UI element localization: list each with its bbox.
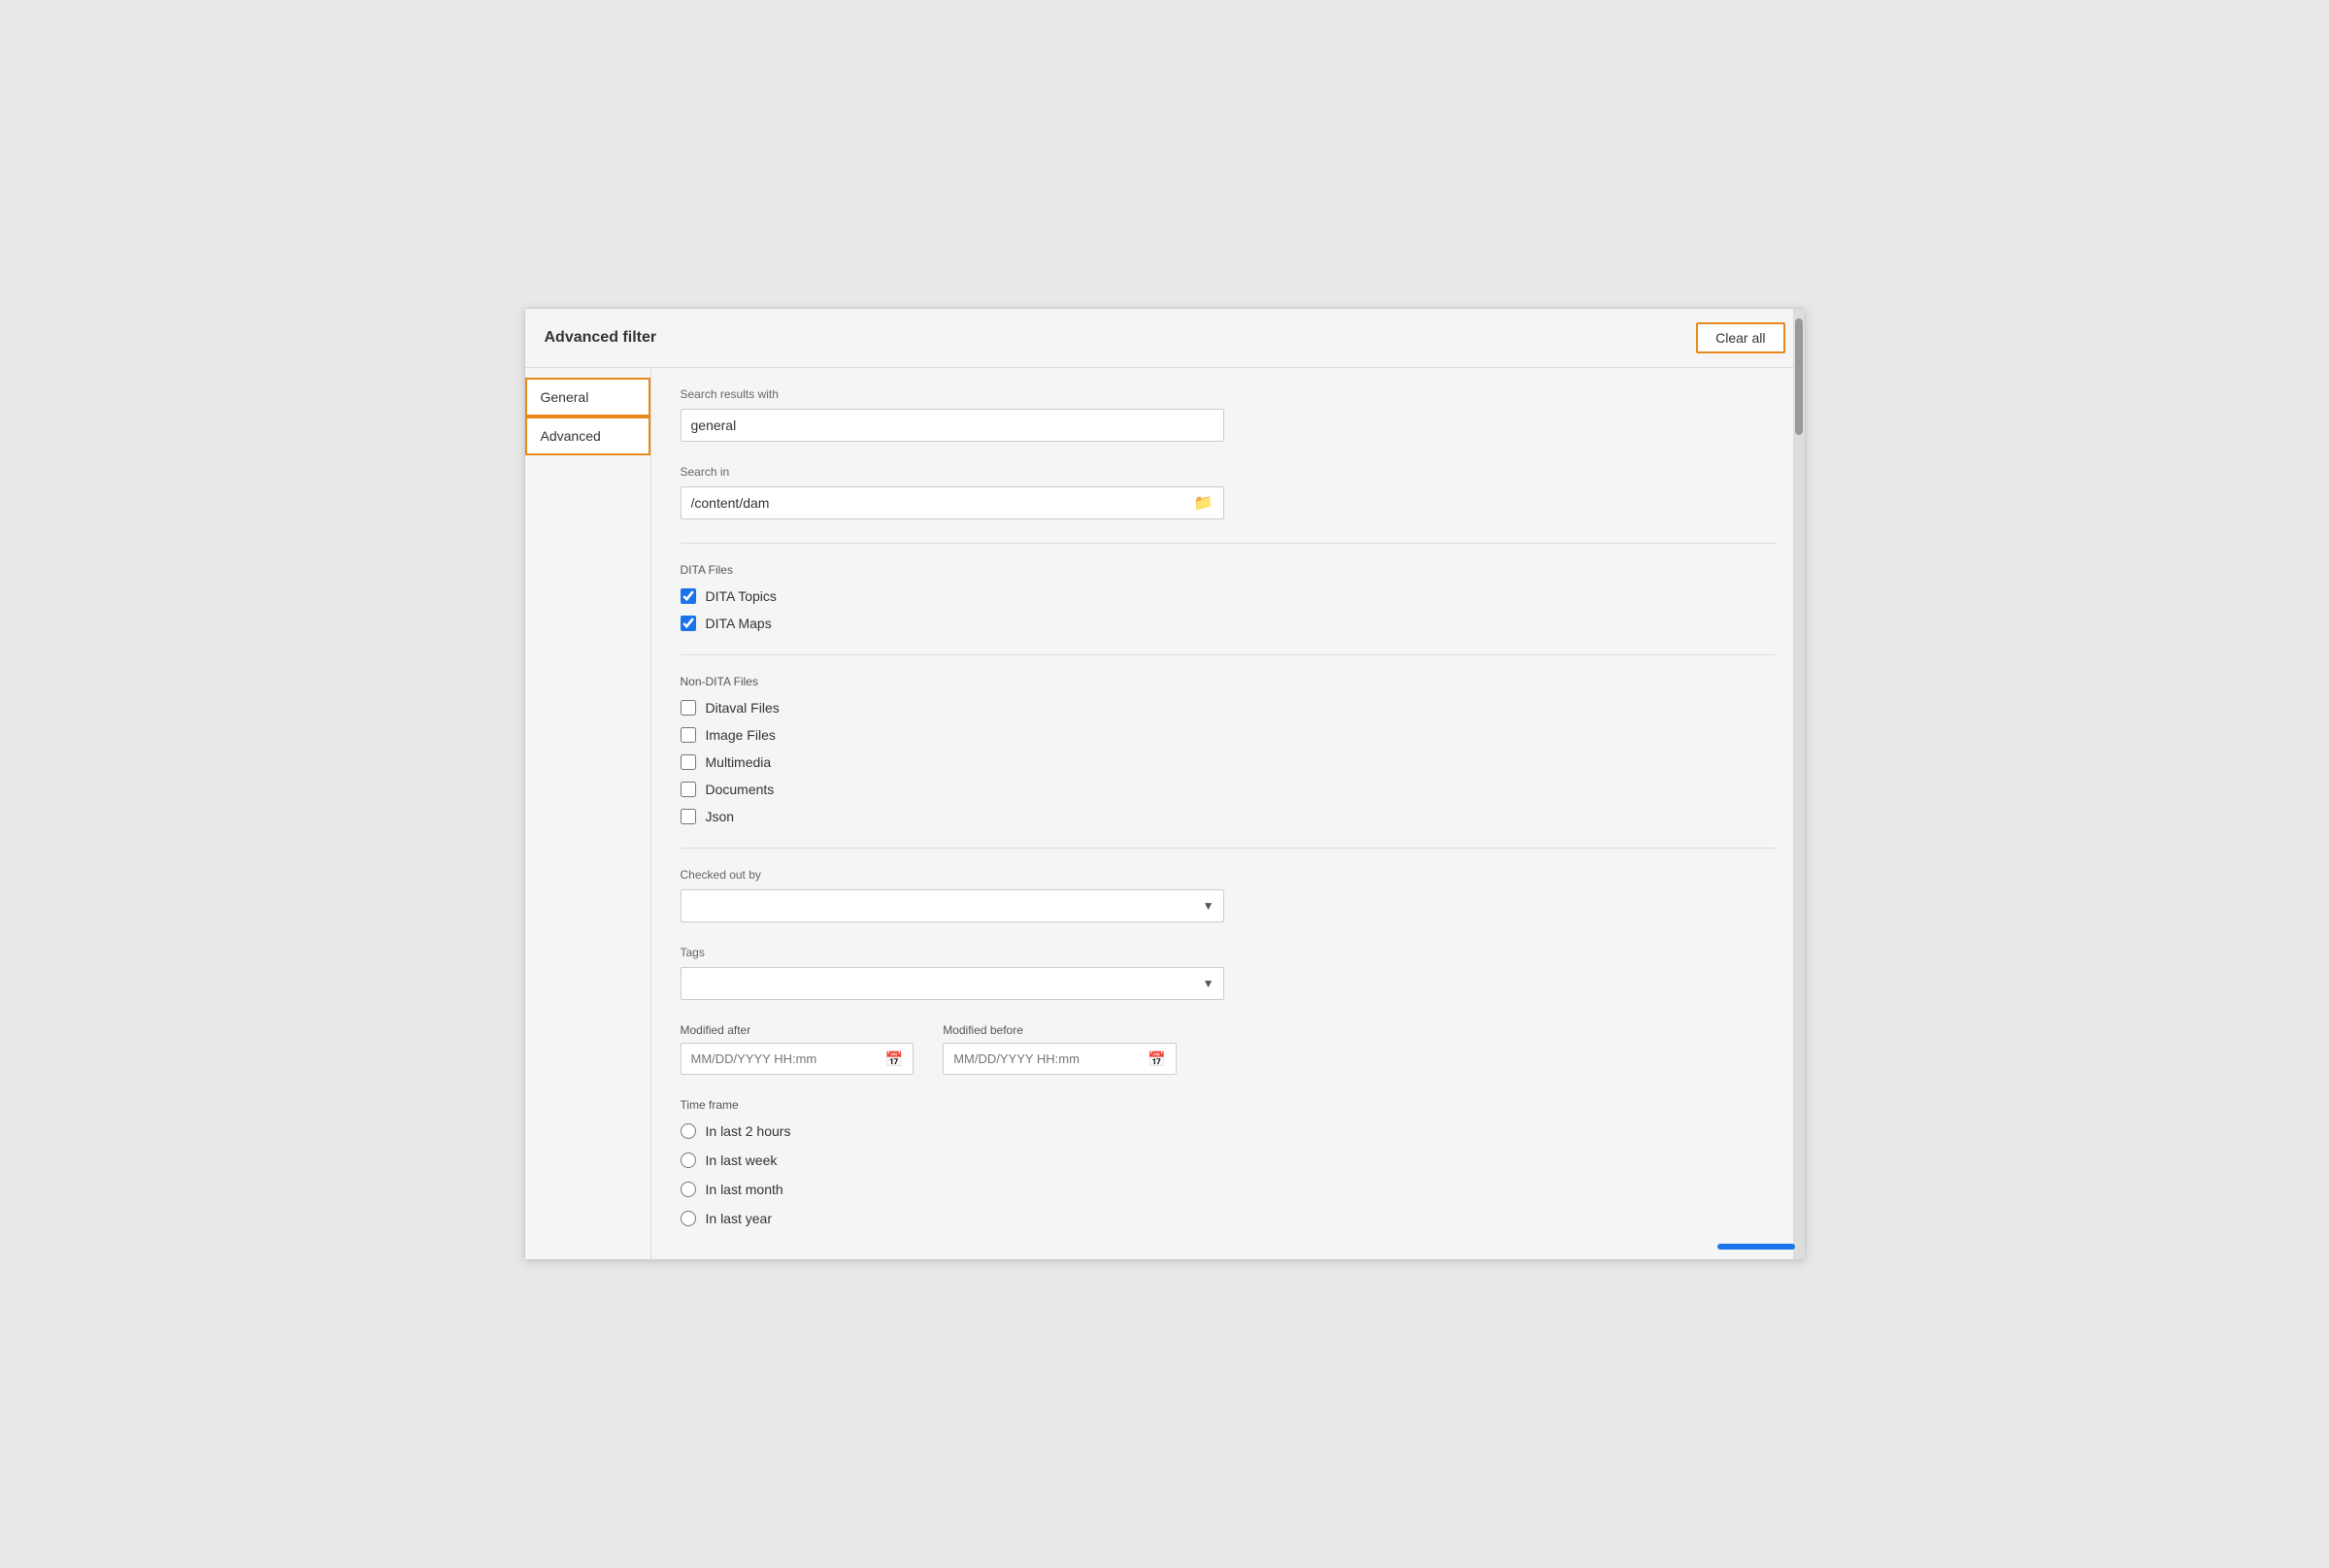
radio-last-week[interactable]: In last week bbox=[681, 1152, 1776, 1168]
checkbox-json-input[interactable] bbox=[681, 809, 696, 824]
checked-out-by-label: Checked out by bbox=[681, 868, 1776, 882]
dita-files-section: DITA Files DITA Topics DITA Maps bbox=[681, 563, 1776, 631]
search-results-input[interactable] bbox=[681, 409, 1224, 442]
checkbox-image[interactable]: Image Files bbox=[681, 727, 1776, 743]
main-content: Search results with Search in 📁 DITA Fil… bbox=[651, 368, 1805, 1259]
checkbox-dita-topics-input[interactable] bbox=[681, 588, 696, 604]
timeframe-label: Time frame bbox=[681, 1098, 1776, 1112]
checkbox-ditaval-input[interactable] bbox=[681, 700, 696, 716]
scrollbar-track[interactable] bbox=[1793, 309, 1805, 1259]
modified-after-group: Modified after 📅 bbox=[681, 1023, 915, 1075]
radio-last-2-hours[interactable]: In last 2 hours bbox=[681, 1123, 1776, 1139]
checked-out-by-section: Checked out by ▼ bbox=[681, 868, 1776, 922]
search-results-section: Search results with bbox=[681, 387, 1776, 442]
checkbox-dita-topics-label: DITA Topics bbox=[706, 588, 777, 604]
sidebar-item-general[interactable]: General bbox=[525, 378, 650, 417]
checkbox-ditaval[interactable]: Ditaval Files bbox=[681, 700, 1776, 716]
checkbox-documents-input[interactable] bbox=[681, 782, 696, 797]
radio-last-week-input[interactable] bbox=[681, 1152, 696, 1168]
divider-1 bbox=[681, 543, 1776, 544]
checkbox-json[interactable]: Json bbox=[681, 809, 1776, 824]
calendar-icon-after[interactable]: 📅 bbox=[876, 1045, 914, 1074]
timeframe-section: Time frame In last 2 hours In last week … bbox=[681, 1098, 1776, 1226]
modified-after-input[interactable] bbox=[682, 1044, 876, 1074]
modified-before-group: Modified before 📅 bbox=[943, 1023, 1177, 1075]
divider-3 bbox=[681, 848, 1776, 849]
non-dita-files-label: Non-DITA Files bbox=[681, 675, 1776, 688]
checkbox-documents-label: Documents bbox=[706, 782, 775, 797]
checked-out-by-select[interactable] bbox=[681, 889, 1224, 922]
modified-after-wrapper: 📅 bbox=[681, 1043, 915, 1075]
search-in-path-wrapper: 📁 bbox=[681, 486, 1224, 519]
checkbox-dita-topics[interactable]: DITA Topics bbox=[681, 588, 1776, 604]
folder-icon[interactable]: 📁 bbox=[1184, 487, 1223, 518]
radio-last-month-input[interactable] bbox=[681, 1182, 696, 1197]
search-in-section: Search in 📁 bbox=[681, 465, 1776, 519]
non-dita-files-section: Non-DITA Files Ditaval Files Image Files… bbox=[681, 675, 1776, 824]
dita-files-label: DITA Files bbox=[681, 563, 1776, 577]
modified-before-wrapper: 📅 bbox=[943, 1043, 1177, 1075]
checkbox-multimedia-label: Multimedia bbox=[706, 754, 772, 770]
sidebar-item-advanced[interactable]: Advanced bbox=[525, 417, 650, 455]
radio-last-year-input[interactable] bbox=[681, 1211, 696, 1226]
divider-2 bbox=[681, 654, 1776, 655]
tags-wrapper: ▼ bbox=[681, 967, 1224, 1000]
radio-last-2-hours-label: In last 2 hours bbox=[706, 1123, 791, 1139]
checkbox-image-input[interactable] bbox=[681, 727, 696, 743]
tags-select[interactable] bbox=[681, 967, 1224, 1000]
calendar-icon-before[interactable]: 📅 bbox=[1138, 1045, 1176, 1074]
radio-last-week-label: In last week bbox=[706, 1152, 778, 1168]
checked-out-by-wrapper: ▼ bbox=[681, 889, 1224, 922]
search-in-input[interactable] bbox=[682, 487, 1184, 518]
tags-section: Tags ▼ bbox=[681, 946, 1776, 1000]
date-row: Modified after 📅 Modified before 📅 bbox=[681, 1023, 1776, 1075]
scrollbar-thumb[interactable] bbox=[1795, 318, 1803, 435]
checkbox-dita-maps-label: DITA Maps bbox=[706, 616, 772, 631]
checkbox-dita-maps[interactable]: DITA Maps bbox=[681, 616, 1776, 631]
checkbox-multimedia-input[interactable] bbox=[681, 754, 696, 770]
checkbox-documents[interactable]: Documents bbox=[681, 782, 1776, 797]
bottom-progress-bar bbox=[1717, 1244, 1795, 1250]
search-results-label: Search results with bbox=[681, 387, 1776, 401]
tags-label: Tags bbox=[681, 946, 1776, 959]
modified-before-input[interactable] bbox=[944, 1044, 1138, 1074]
checkbox-dita-maps-input[interactable] bbox=[681, 616, 696, 631]
search-in-label: Search in bbox=[681, 465, 1776, 479]
sidebar: General Advanced bbox=[525, 368, 651, 1259]
dialog-title: Advanced filter bbox=[545, 329, 657, 347]
modified-after-label: Modified after bbox=[681, 1023, 915, 1037]
clear-all-button[interactable]: Clear all bbox=[1696, 322, 1784, 353]
checkbox-multimedia[interactable]: Multimedia bbox=[681, 754, 1776, 770]
advanced-filter-dialog: Advanced filter Clear all General Advanc… bbox=[524, 308, 1806, 1260]
radio-last-month[interactable]: In last month bbox=[681, 1182, 1776, 1197]
checkbox-json-label: Json bbox=[706, 809, 735, 824]
modified-dates-section: Modified after 📅 Modified before 📅 bbox=[681, 1023, 1776, 1075]
checkbox-ditaval-label: Ditaval Files bbox=[706, 700, 780, 716]
checkbox-image-label: Image Files bbox=[706, 727, 776, 743]
radio-last-year[interactable]: In last year bbox=[681, 1211, 1776, 1226]
dialog-body: General Advanced Search results with Sea… bbox=[525, 368, 1805, 1259]
radio-last-2-hours-input[interactable] bbox=[681, 1123, 696, 1139]
modified-before-label: Modified before bbox=[943, 1023, 1177, 1037]
radio-last-month-label: In last month bbox=[706, 1182, 783, 1197]
dialog-header: Advanced filter Clear all bbox=[525, 309, 1805, 368]
radio-last-year-label: In last year bbox=[706, 1211, 772, 1226]
